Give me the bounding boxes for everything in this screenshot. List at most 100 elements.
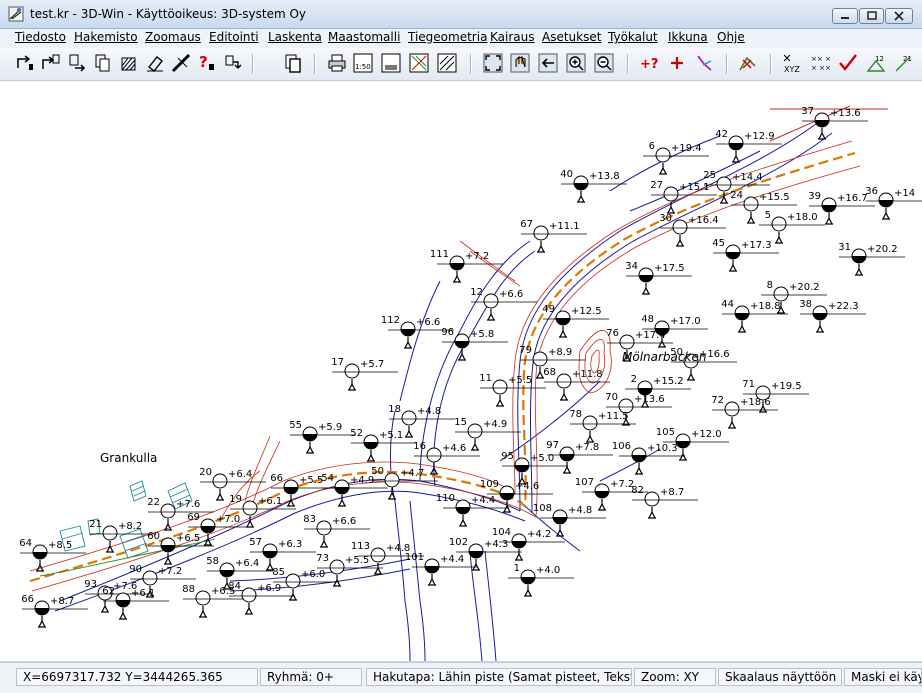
survey-point[interactable]: 110 +4.4: [436, 493, 509, 527]
point-elevation: +4.4: [440, 554, 464, 565]
survey-point[interactable]: 96 +5.8: [441, 327, 508, 361]
point-marker-icon: [642, 283, 650, 295]
point-symbol: [160, 503, 176, 519]
copy-button[interactable]: [282, 52, 304, 74]
map-canvas[interactable]: 37 +13.6 42 +12.9 6 +19.4 25 +14.4 40 +13.8 27 +15.…: [0, 81, 922, 661]
line-tool-button[interactable]: [694, 52, 716, 74]
menu-ohje[interactable]: Ohje: [717, 30, 745, 44]
survey-point[interactable]: 49 +12.5: [542, 304, 609, 338]
survey-point[interactable]: 62 +6.1: [102, 586, 169, 620]
copy-points-button[interactable]: [66, 52, 88, 74]
menu-hakemisto[interactable]: Hakemisto: [74, 30, 138, 44]
menu-laskenta[interactable]: Laskenta: [268, 30, 322, 44]
open-point-button[interactable]: [14, 52, 36, 74]
survey-point[interactable]: 66 +8.7: [21, 594, 88, 628]
survey-point[interactable]: 64 +8.5: [19, 538, 86, 572]
survey-point[interactable]: 6 +19.4: [643, 141, 709, 175]
survey-point[interactable]: 1 +4.0: [508, 563, 574, 597]
maximize-button[interactable]: [859, 8, 884, 24]
close-button[interactable]: [885, 8, 913, 24]
map-drawing[interactable]: 37 +13.642 +12.96 +19.425 +14.440 +13.827 +15.…: [0, 81, 922, 661]
menu-tyokalut[interactable]: Työkalut: [608, 30, 658, 44]
point-elevation: +15.2: [653, 376, 684, 387]
survey-point[interactable]: 38 +22.3: [799, 299, 866, 333]
renumber-button[interactable]: 21: [893, 52, 915, 74]
check-points-button[interactable]: [837, 52, 859, 74]
menu-maastomalli[interactable]: Maastomalli: [328, 30, 400, 44]
minimize-button[interactable]: [832, 8, 858, 24]
point-elevation: +13.6: [830, 108, 861, 119]
plot-hatch-button[interactable]: [436, 52, 458, 74]
erase-points-button[interactable]: [144, 52, 166, 74]
survey-point[interactable]: 97 +7.8: [546, 440, 613, 474]
survey-point[interactable]: 85 +6.0: [272, 567, 339, 601]
survey-point[interactable]: 5 +18.0: [759, 210, 825, 244]
pick-button[interactable]: [737, 52, 759, 74]
title-bar[interactable]: test.kr - 3D-Win - Käyttöoikeus: 3D-syst…: [0, 0, 922, 29]
point-id: 38: [799, 299, 812, 310]
menu-zoomaus[interactable]: Zoomaus: [145, 30, 201, 44]
menu-tiedosto[interactable]: Tiedosto: [15, 30, 66, 44]
survey-point[interactable]: 17 +5.7: [331, 357, 398, 391]
plot-icon: [409, 53, 429, 73]
add-point-button[interactable]: [666, 52, 688, 74]
survey-point[interactable]: 55 +5.9: [289, 420, 356, 454]
menu-ikkuna[interactable]: Ikkuna: [668, 30, 708, 44]
point-id: 1: [514, 563, 520, 574]
xyz-button[interactable]: XYZ: [781, 52, 803, 74]
zoom-extents-button[interactable]: [482, 52, 504, 74]
menu-editointi[interactable]: Editointi: [209, 30, 259, 44]
survey-point[interactable]: 84 +6.9: [228, 581, 295, 615]
scale-print-button[interactable]: 1:50: [352, 52, 374, 74]
hatch-points-button[interactable]: [118, 52, 140, 74]
point-elevation: +16.4: [688, 215, 719, 226]
point-elevation: +20.2: [789, 282, 820, 293]
survey-point[interactable]: 34 +17.5: [625, 261, 692, 295]
survey-point[interactable]: 27 +15.1: [650, 180, 717, 214]
survey-point[interactable]: 95 +5.0: [501, 451, 568, 485]
query-point-button[interactable]: +?: [638, 52, 660, 74]
move-points-button[interactable]: [222, 52, 244, 74]
survey-point[interactable]: 45 +17.3: [712, 238, 779, 272]
survey-point[interactable]: 68 +11.8: [543, 367, 610, 401]
menu-asetukset[interactable]: Asetukset: [542, 30, 601, 44]
zoom-out-button[interactable]: [593, 52, 615, 74]
point-marker-icon: [245, 603, 253, 615]
query-points-button[interactable]: ?: [196, 52, 218, 74]
survey-point[interactable]: 44 +18.8: [721, 299, 788, 333]
survey-point[interactable]: 67 +11.1: [520, 219, 587, 253]
point-elevation: +10.3: [647, 443, 678, 454]
menu-kairaus[interactable]: Kairaus: [490, 30, 535, 44]
new-points-icon: [95, 54, 110, 72]
point-elevation: +8.5: [48, 540, 72, 551]
zoom-previous-button[interactable]: [537, 52, 559, 74]
zoom-in-button[interactable]: [565, 52, 587, 74]
survey-point[interactable]: 52 +5.1: [350, 428, 417, 462]
line-points-button[interactable]: [170, 52, 192, 74]
print-area-button[interactable]: [380, 52, 402, 74]
menu-tiegeometria[interactable]: Tiegeometria: [408, 30, 487, 44]
grid-points-button[interactable]: ×× × × ××: [809, 52, 831, 74]
new-points-button[interactable]: [92, 52, 114, 74]
point-id: 68: [543, 367, 556, 378]
point-marker-icon: [428, 574, 436, 586]
point-marker-icon: [404, 337, 412, 349]
open-points-button[interactable]: [40, 52, 62, 74]
plot-button[interactable]: [408, 52, 430, 74]
survey-point[interactable]: 31 +20.2: [838, 242, 905, 276]
point-id: 64: [19, 538, 32, 549]
survey-point[interactable]: 72 +18.6: [711, 395, 778, 429]
point-id: 79: [519, 345, 532, 356]
point-id: 69: [187, 512, 200, 523]
zoom-pan-button[interactable]: [509, 52, 531, 74]
survey-point[interactable]: 12 +6.6: [470, 287, 537, 321]
survey-point[interactable]: 82 +8.7: [631, 485, 698, 519]
point-symbol: [285, 573, 301, 589]
survey-point[interactable]: 40 +13.8: [560, 169, 627, 203]
survey-point[interactable]: 36 +14: [865, 186, 922, 220]
print-button[interactable]: [326, 52, 348, 74]
point-id: 55: [289, 420, 302, 431]
number-points-button[interactable]: 12: [865, 52, 887, 74]
survey-point[interactable]: 101 +4.4: [405, 552, 478, 586]
point-id: 97: [546, 440, 559, 451]
